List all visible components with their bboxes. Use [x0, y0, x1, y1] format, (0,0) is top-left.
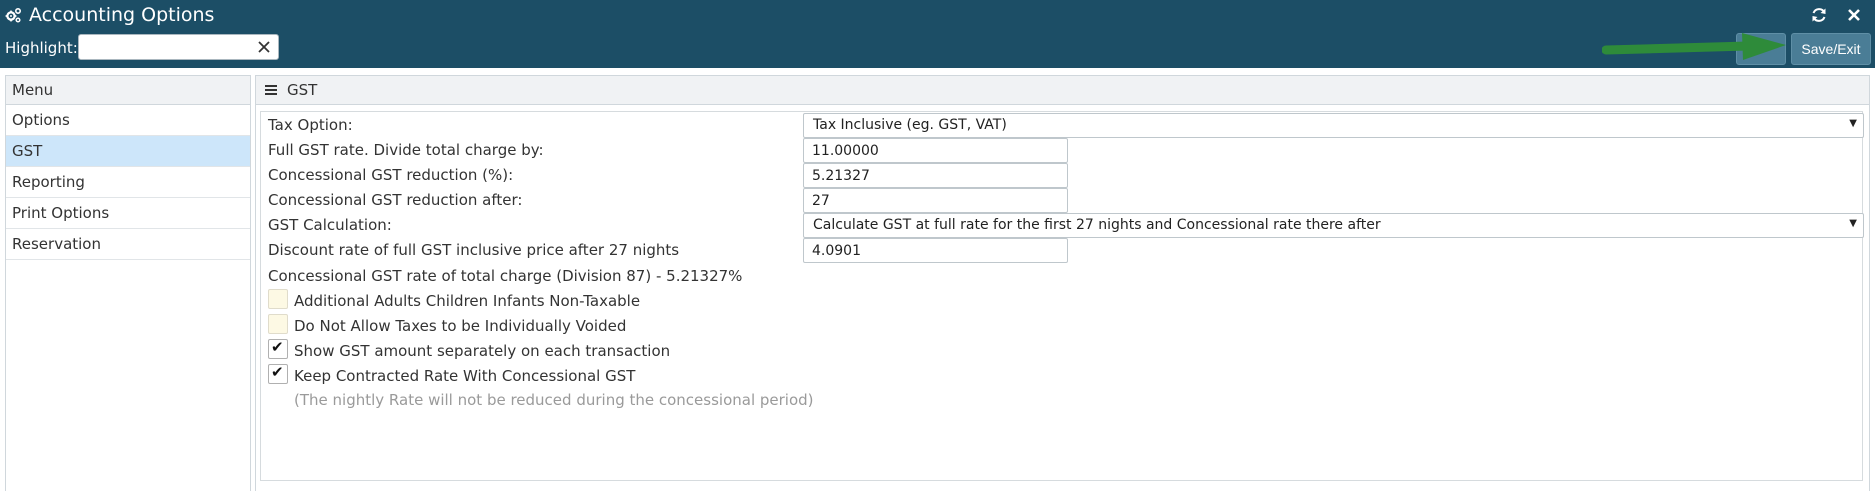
- sidebar-item-reservation[interactable]: Reservation: [6, 229, 250, 260]
- sidebar-item-reporting[interactable]: Reporting: [6, 167, 250, 198]
- sidebar-item-options[interactable]: Options: [6, 105, 250, 136]
- non-taxable-checkbox[interactable]: [268, 289, 288, 309]
- check-icon: ✔: [271, 338, 284, 356]
- reduction-after-field[interactable]: [803, 188, 1068, 213]
- keep-contracted-checkbox[interactable]: ✔: [268, 363, 288, 384]
- concessional-note: (The nightly Rate will not be reduced du…: [294, 391, 814, 409]
- highlight-input[interactable]: [83, 37, 248, 57]
- non-taxable-label[interactable]: Additional Adults Children Infants Non-T…: [294, 292, 640, 310]
- gears-icon: [5, 7, 22, 23]
- sidebar-item-print-options[interactable]: Print Options: [6, 198, 250, 229]
- clear-icon[interactable]: [257, 40, 271, 54]
- hamburger-icon[interactable]: [265, 85, 277, 95]
- no-void-label[interactable]: Do Not Allow Taxes to be Individually Vo…: [294, 317, 626, 335]
- check-icon: ✔: [271, 363, 284, 381]
- sidebar-item-gst[interactable]: GST: [6, 136, 250, 167]
- reduction-after-label: Concessional GST reduction after:: [268, 191, 523, 209]
- save-exit-button[interactable]: Save/Exit: [1791, 33, 1871, 65]
- concessional-info-text: Concessional GST rate of total charge (D…: [268, 267, 743, 285]
- tax-option-select[interactable]: Tax Inclusive (eg. GST, VAT) ▼: [803, 113, 1864, 138]
- show-gst-checkbox[interactable]: ✔: [268, 338, 288, 359]
- full-rate-field[interactable]: [803, 138, 1068, 163]
- window-title: Accounting Options: [29, 4, 215, 26]
- chevron-down-icon: ▼: [1849, 218, 1857, 229]
- full-rate-label: Full GST rate. Divide total charge by:: [268, 141, 544, 159]
- main-panel: GST Tax Option: Tax Inclusive (eg. GST, …: [255, 75, 1870, 491]
- highlight-field[interactable]: [78, 34, 279, 60]
- show-gst-label[interactable]: Show GST amount separately on each trans…: [294, 342, 670, 360]
- tax-option-label: Tax Option:: [268, 116, 353, 134]
- tax-option-value: Tax Inclusive (eg. GST, VAT): [813, 117, 1007, 133]
- sidebar-header: Menu: [6, 76, 250, 105]
- keep-contracted-label[interactable]: Keep Contracted Rate With Concessional G…: [294, 367, 635, 385]
- discount-rate-label: Discount rate of full GST inclusive pric…: [268, 241, 680, 259]
- refresh-icon[interactable]: [1810, 6, 1828, 24]
- sidebar: Menu Options GST Reporting Print Options…: [5, 75, 251, 491]
- panel-header: GST: [256, 76, 1869, 105]
- gst-calculation-label: GST Calculation:: [268, 216, 392, 234]
- highlight-label: Highlight:: [5, 39, 78, 57]
- gst-calculation-value: Calculate GST at full rate for the first…: [813, 217, 1381, 233]
- title-bar: Accounting Options Highlight: Save/Exit: [0, 0, 1875, 68]
- concessional-reduction-field[interactable]: [803, 163, 1068, 188]
- concessional-reduction-label: Concessional GST reduction (%):: [268, 166, 514, 184]
- panel-title: GST: [287, 81, 318, 99]
- close-icon[interactable]: [1846, 7, 1862, 23]
- no-void-checkbox[interactable]: [268, 314, 288, 334]
- title-row: Accounting Options: [0, 0, 1875, 30]
- toolbar-button[interactable]: [1736, 33, 1786, 65]
- chevron-down-icon: ▼: [1849, 118, 1857, 129]
- discount-rate-field[interactable]: [803, 238, 1068, 263]
- gst-form: Tax Option: Tax Inclusive (eg. GST, VAT)…: [260, 111, 1864, 481]
- gst-calculation-select[interactable]: Calculate GST at full rate for the first…: [803, 213, 1864, 238]
